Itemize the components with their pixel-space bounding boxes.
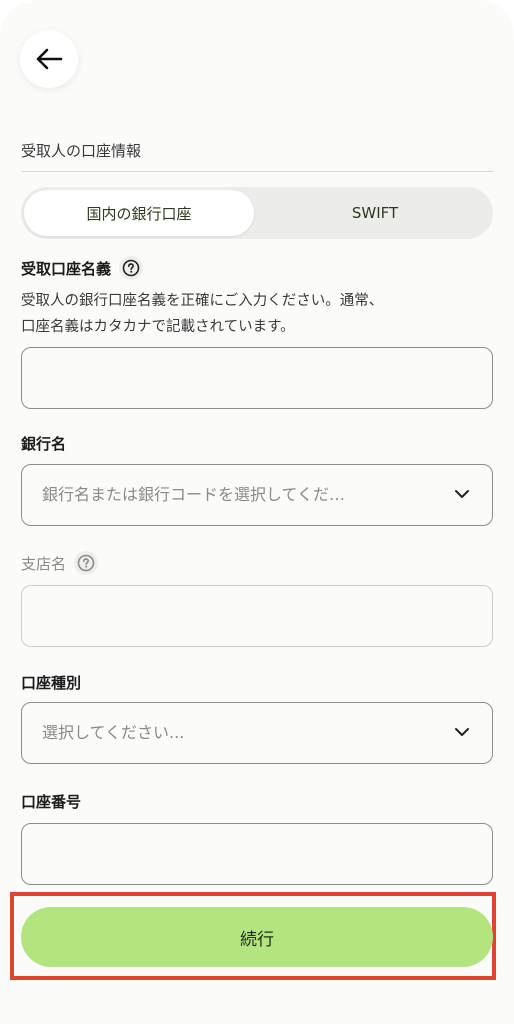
- form-sheet: 受取人の口座情報 国内の銀行口座 SWIFT 受取口座名義 受取人の銀行口座名義…: [0, 0, 514, 1024]
- bank-name-select[interactable]: 銀行名または銀行コードを選択してくだ…: [21, 464, 493, 526]
- help-icon[interactable]: [119, 256, 144, 280]
- help-icon[interactable]: [74, 551, 99, 575]
- section-title: 受取人の口座情報: [21, 142, 142, 160]
- divider: [21, 171, 493, 172]
- account-type-label: 口座種別: [21, 674, 82, 692]
- account-type-select[interactable]: 選択してください...: [21, 702, 493, 764]
- tab-domestic-bank[interactable]: 国内の銀行口座: [24, 190, 254, 236]
- account-type-placeholder: 選択してください...: [42, 723, 185, 742]
- branch-name-label: 支店名: [21, 551, 99, 575]
- bank-name-placeholder: 銀行名または銀行コードを選択してくだ…: [42, 485, 346, 504]
- branch-name-input[interactable]: [21, 585, 493, 647]
- account-name-description: 受取人の銀行口座名義を正確にご入力ください。通常、 口座名義はカタカナで記載され…: [21, 293, 384, 335]
- account-name-label: 受取口座名義: [21, 256, 144, 280]
- bank-name-label: 銀行名: [21, 435, 67, 453]
- tab-swift[interactable]: SWIFT: [260, 190, 490, 236]
- back-button[interactable]: [20, 30, 78, 88]
- account-name-input[interactable]: [21, 347, 493, 409]
- chevron-down-icon: [455, 728, 469, 736]
- account-number-input[interactable]: [21, 823, 493, 885]
- arrow-left-icon: [36, 48, 63, 70]
- continue-button[interactable]: 続行: [21, 907, 493, 967]
- chevron-down-icon: [455, 490, 469, 498]
- account-number-label: 口座番号: [21, 793, 82, 811]
- account-type-tabs: 国内の銀行口座 SWIFT: [21, 187, 493, 239]
